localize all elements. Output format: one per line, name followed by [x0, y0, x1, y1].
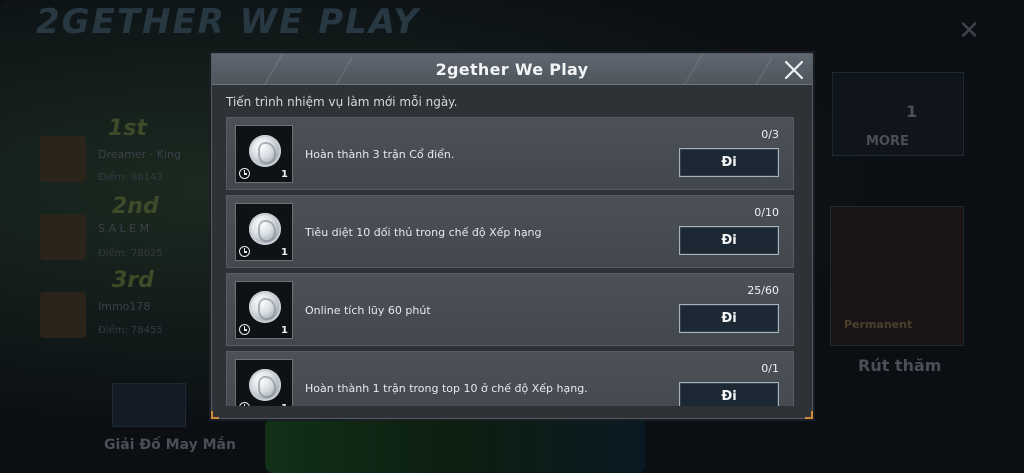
bg-close-icon: ✕ — [958, 16, 980, 46]
task-row: 1 Hoàn thành 3 trận Cổ điển. 0/3 Đi — [226, 117, 794, 190]
corner-accent-right — [805, 411, 813, 419]
clock-icon — [239, 246, 250, 257]
task-list[interactable]: 1 Hoàn thành 3 trận Cổ điển. 0/3 Đi 1 Ti… — [226, 117, 794, 406]
bg-permanent-badge: Permanent — [844, 318, 913, 331]
task-description: Hoàn thành 1 trận trong top 10 ở chế độ … — [305, 382, 588, 395]
clock-icon — [239, 324, 250, 335]
task-row: 1 Tiêu diệt 10 đối thủ trong chế độ Xếp … — [226, 195, 794, 268]
bg-rank1-avatar — [40, 136, 86, 182]
corner-accent-left — [211, 411, 219, 419]
silver-coin-icon — [249, 291, 281, 323]
go-button[interactable]: Đi — [679, 226, 779, 255]
silver-coin-icon — [249, 135, 281, 167]
bg-rank1-name: Dreamer · King — [98, 148, 181, 161]
bg-rank-1: 1st — [108, 116, 147, 141]
bg-rank-2: 2nd — [112, 194, 159, 219]
go-button[interactable]: Đi — [679, 382, 779, 406]
bg-draw-label: Rút thăm — [858, 356, 942, 375]
bg-rank-3: 3rd — [112, 268, 154, 293]
close-icon — [784, 60, 804, 80]
reward-quantity: 1 — [281, 325, 288, 336]
clock-icon — [239, 402, 250, 406]
reward-thumbnail: 1 — [235, 359, 293, 406]
modal-header: 2gether We Play — [212, 54, 812, 85]
modal-title: 2gether We Play — [435, 59, 589, 79]
bg-rank3-name: Immo178 — [98, 300, 151, 313]
modal-subtitle: Tiến trình nhiệm vụ làm mới mỗi ngày. — [226, 95, 458, 109]
reward-quantity: 1 — [281, 169, 288, 180]
silver-coin-icon — [249, 213, 281, 245]
header-decoration-left — [212, 54, 352, 85]
bg-rank2-name: S A L E M — [98, 222, 150, 235]
header-decoration-right — [632, 54, 772, 85]
mission-modal: 2gether We Play Tiến trình nhiệm vụ làm … — [211, 53, 813, 419]
bg-puzzle-card — [112, 383, 186, 427]
task-row: 1 Hoàn thành 1 trận trong top 10 ở chế đ… — [226, 351, 794, 406]
close-button[interactable] — [780, 56, 808, 84]
silver-coin-icon — [249, 369, 281, 401]
bg-event-title: 2GETHER WE PLAY — [36, 2, 420, 42]
bg-rank2-score: Điểm: 78025 — [98, 248, 163, 259]
bg-puzzle-label: Giải Đố May Mắn — [104, 437, 236, 453]
reward-quantity: 1 — [281, 403, 288, 406]
task-progress: 0/10 — [754, 206, 779, 219]
reward-thumbnail: 1 — [235, 203, 293, 261]
bg-rank3-score: Điểm: 78455 — [98, 325, 163, 336]
go-button[interactable]: Đi — [679, 304, 779, 333]
reward-thumbnail: 1 — [235, 125, 293, 183]
bg-rank2-avatar — [40, 214, 86, 260]
bg-rank1-score: Điểm: 86143 — [98, 172, 163, 183]
bg-right-count: 1 — [906, 102, 918, 121]
task-row: 1 Online tích lũy 60 phút 25/60 Đi — [226, 273, 794, 346]
bg-rank3-avatar — [40, 292, 86, 338]
task-description: Tiêu diệt 10 đối thủ trong chế độ Xếp hạ… — [305, 226, 542, 239]
task-progress: 0/3 — [761, 128, 779, 141]
reward-quantity: 1 — [281, 247, 288, 258]
task-description: Online tích lũy 60 phút — [305, 304, 431, 317]
task-progress: 25/60 — [747, 284, 779, 297]
clock-icon — [239, 168, 250, 179]
go-button[interactable]: Đi — [679, 148, 779, 177]
bg-more-label: MORE — [866, 134, 909, 149]
task-description: Hoàn thành 3 trận Cổ điển. — [305, 148, 455, 161]
task-progress: 0/1 — [761, 362, 779, 375]
bg-bottom-strip — [265, 418, 645, 473]
reward-thumbnail: 1 — [235, 281, 293, 339]
